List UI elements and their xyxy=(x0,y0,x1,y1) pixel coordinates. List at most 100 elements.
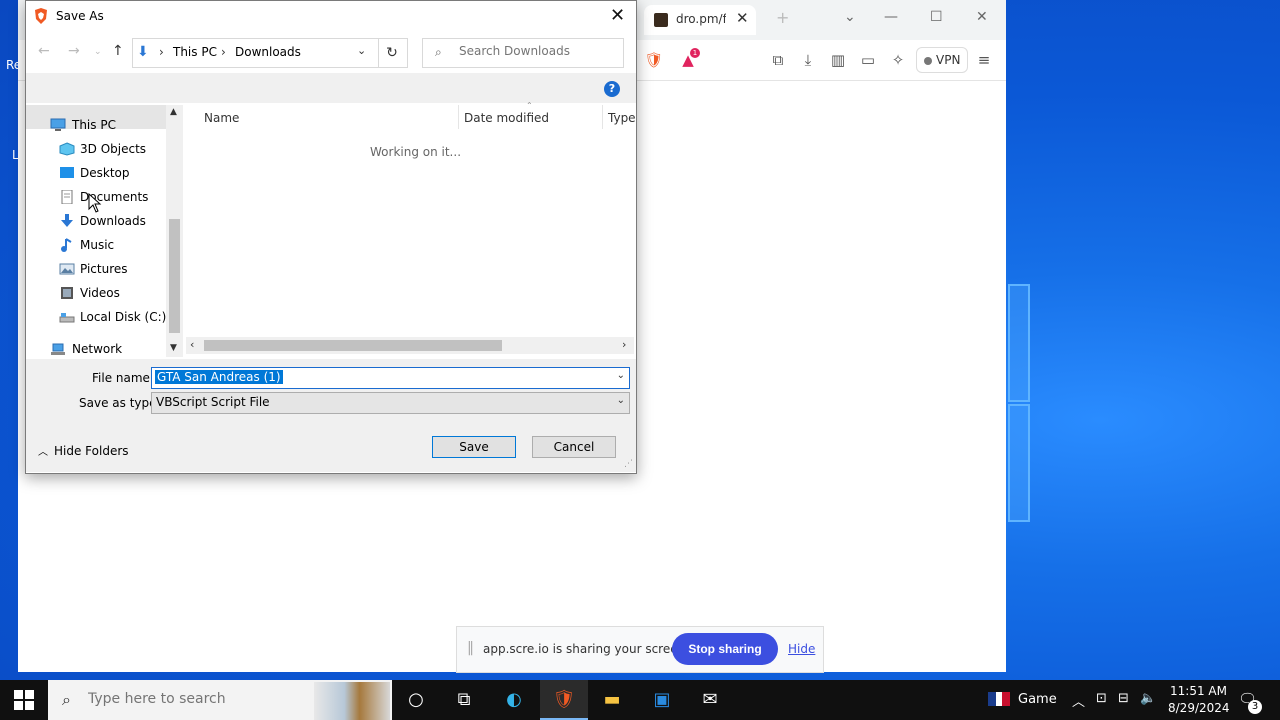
scroll-right-icon[interactable]: › xyxy=(622,338,626,351)
notification-count-badge: 3 xyxy=(1248,700,1262,714)
refresh-icon[interactable]: ↻ xyxy=(377,38,408,68)
cancel-button[interactable]: Cancel xyxy=(532,436,616,458)
address-bar[interactable]: ⬇ › This PC › Downloads ⌄ xyxy=(132,38,379,68)
meet-now-icon[interactable]: ⊡ xyxy=(1096,691,1107,706)
forward-arrow-icon[interactable]: → xyxy=(68,43,80,59)
breadcrumb-downloads[interactable]: Downloads xyxy=(235,45,301,59)
windows-start-icon[interactable] xyxy=(14,690,34,710)
store-icon[interactable]: ▣ xyxy=(638,680,686,720)
leo-ai-icon[interactable]: ✧ xyxy=(888,50,908,70)
taskbar: ⌕ ○ ⧉ ◐ 🛡 ▬ ▣ ✉ Game ︿ ⊡ ⊟ 🔈 11:51 AM 8/… xyxy=(0,680,1280,720)
clock-time[interactable]: 11:51 AM xyxy=(1170,684,1227,698)
game-label[interactable]: Game xyxy=(1018,692,1057,707)
file-list-horizontal-scrollbar[interactable]: ‹ › xyxy=(186,337,634,354)
desktop-folder-icon xyxy=(60,167,74,178)
tree-item-pictures[interactable]: Pictures xyxy=(26,257,166,281)
sidebar-icon[interactable]: ▥ xyxy=(828,50,848,70)
navigation-row: ← → ⌄ ↑ ⬇ › This PC › Downloads ⌄ ↻ ⌕ xyxy=(26,33,636,73)
breadcrumb-this-pc[interactable]: This PC xyxy=(173,45,217,59)
tree-item-desktop[interactable]: Desktop xyxy=(26,161,166,185)
tree-item-music[interactable]: Music xyxy=(26,233,166,257)
tab-title: dro.pm/f xyxy=(676,12,726,26)
column-header-type[interactable]: Type xyxy=(608,111,636,125)
task-view-icon[interactable]: ⧉ xyxy=(440,680,488,720)
resize-grip-icon[interactable]: ⋰ xyxy=(624,459,633,469)
pictures-folder-icon xyxy=(59,263,75,275)
taskbar-search-box[interactable]: ⌕ xyxy=(48,680,392,720)
tree-item-3d-objects[interactable]: 3D Objects xyxy=(26,137,166,161)
vpn-status-icon xyxy=(924,56,932,65)
back-arrow-icon[interactable]: ← xyxy=(38,43,50,59)
download-icon[interactable]: ⤓ xyxy=(798,50,818,70)
scroll-left-icon[interactable]: ‹ xyxy=(190,338,194,351)
navigation-tree: This PC 3D Objects Desktop Documents Dow… xyxy=(26,105,184,357)
search-box[interactable]: ⌕ xyxy=(422,38,624,68)
new-tab-icon[interactable]: + xyxy=(776,8,789,27)
network-tray-icon[interactable]: ⊟ xyxy=(1118,691,1129,706)
brave-taskbar-icon[interactable]: 🛡 xyxy=(540,680,588,720)
tree-item-local-disk[interactable]: Local Disk (C:) xyxy=(26,305,166,329)
scroll-down-icon[interactable]: ▼ xyxy=(170,343,177,353)
clock-date[interactable]: 8/29/2024 xyxy=(1168,701,1230,715)
scrollbar-thumb[interactable] xyxy=(169,219,180,333)
breadcrumb-chevron-icon[interactable]: › xyxy=(159,45,164,59)
recent-locations-icon[interactable]: ⌄ xyxy=(94,47,102,57)
column-divider[interactable] xyxy=(602,105,603,129)
save-button[interactable]: Save xyxy=(432,436,516,458)
tree-item-label: Music xyxy=(80,238,115,252)
volume-muted-icon[interactable]: 🔈 xyxy=(1140,691,1156,706)
search-highlight-image[interactable] xyxy=(314,682,390,720)
search-input[interactable] xyxy=(459,44,619,58)
downloads-folder-icon xyxy=(61,214,73,227)
up-arrow-icon[interactable]: ↑ xyxy=(112,43,124,59)
edge-icon[interactable]: ◐ xyxy=(490,680,538,720)
stop-sharing-button[interactable]: Stop sharing xyxy=(672,633,778,665)
tab-search-chevron-icon[interactable]: ⌄ xyxy=(844,9,856,25)
menu-icon[interactable]: ≡ xyxy=(974,50,994,70)
hide-folders-button[interactable]: ︿ Hide Folders xyxy=(38,443,129,458)
help-icon[interactable]: ? xyxy=(604,81,620,97)
browser-tab[interactable]: dro.pm/f ✕ xyxy=(644,5,756,35)
extensions-icon[interactable]: ⧉ xyxy=(768,50,788,70)
column-divider[interactable] xyxy=(458,105,459,129)
save-as-type-dropdown-icon[interactable]: ⌄ xyxy=(617,395,625,406)
tree-item-label: 3D Objects xyxy=(80,142,147,156)
dialog-close-icon[interactable]: ✕ xyxy=(610,5,625,26)
close-window-icon[interactable]: ✕ xyxy=(976,9,988,25)
vpn-button[interactable]: VPN xyxy=(916,47,968,73)
file-name-value[interactable]: GTA San Andreas (1) xyxy=(155,370,283,384)
mail-icon[interactable]: ✉ xyxy=(686,680,734,720)
column-header-date-modified[interactable]: Date modified xyxy=(464,111,549,125)
show-hidden-icons-chevron-icon[interactable]: ︿ xyxy=(1072,691,1085,710)
tree-item-network[interactable]: Network xyxy=(26,337,166,361)
wallet-icon[interactable]: ▭ xyxy=(858,50,878,70)
tree-item-this-pc[interactable]: This PC xyxy=(26,113,166,137)
scrollbar-thumb[interactable] xyxy=(204,340,502,351)
file-name-field[interactable]: GTA San Andreas (1) ⌄ xyxy=(151,367,630,389)
file-explorer-icon[interactable]: ▬ xyxy=(588,680,636,720)
videos-folder-icon xyxy=(61,287,73,299)
tab-close-icon[interactable]: ✕ xyxy=(736,9,749,27)
maximize-icon[interactable]: ☐ xyxy=(930,9,943,25)
minimize-icon[interactable]: — xyxy=(884,9,898,25)
cortana-icon[interactable]: ○ xyxy=(392,680,440,720)
hide-share-bar-link[interactable]: Hide xyxy=(788,642,815,656)
music-folder-icon xyxy=(61,238,72,252)
scroll-up-icon[interactable]: ▲ xyxy=(170,107,177,117)
tree-scrollbar[interactable]: ▲ ▼ xyxy=(166,105,183,357)
address-dropdown-icon[interactable]: ⌄ xyxy=(357,44,366,57)
drag-handle-icon[interactable]: ‖ xyxy=(467,640,474,656)
tree-item-label: This PC xyxy=(72,118,116,132)
mouse-cursor-icon xyxy=(88,193,102,213)
breadcrumb-chevron-icon[interactable]: › xyxy=(221,45,226,59)
tree-item-videos[interactable]: Videos xyxy=(26,281,166,305)
network-icon xyxy=(51,343,65,355)
column-header-name[interactable]: Name xyxy=(204,111,239,125)
save-as-type-select[interactable]: VBScript Script File ⌄ xyxy=(151,392,630,414)
brave-shield-icon[interactable]: 🛡 xyxy=(644,50,664,70)
taskbar-search-input[interactable] xyxy=(88,691,288,707)
file-list: Name Date modified ⌃ Type Working on it.… xyxy=(186,101,636,333)
mlb-game-icon[interactable] xyxy=(988,692,1010,706)
save-as-type-value: VBScript Script File xyxy=(156,395,270,409)
file-name-dropdown-icon[interactable]: ⌄ xyxy=(617,370,625,381)
